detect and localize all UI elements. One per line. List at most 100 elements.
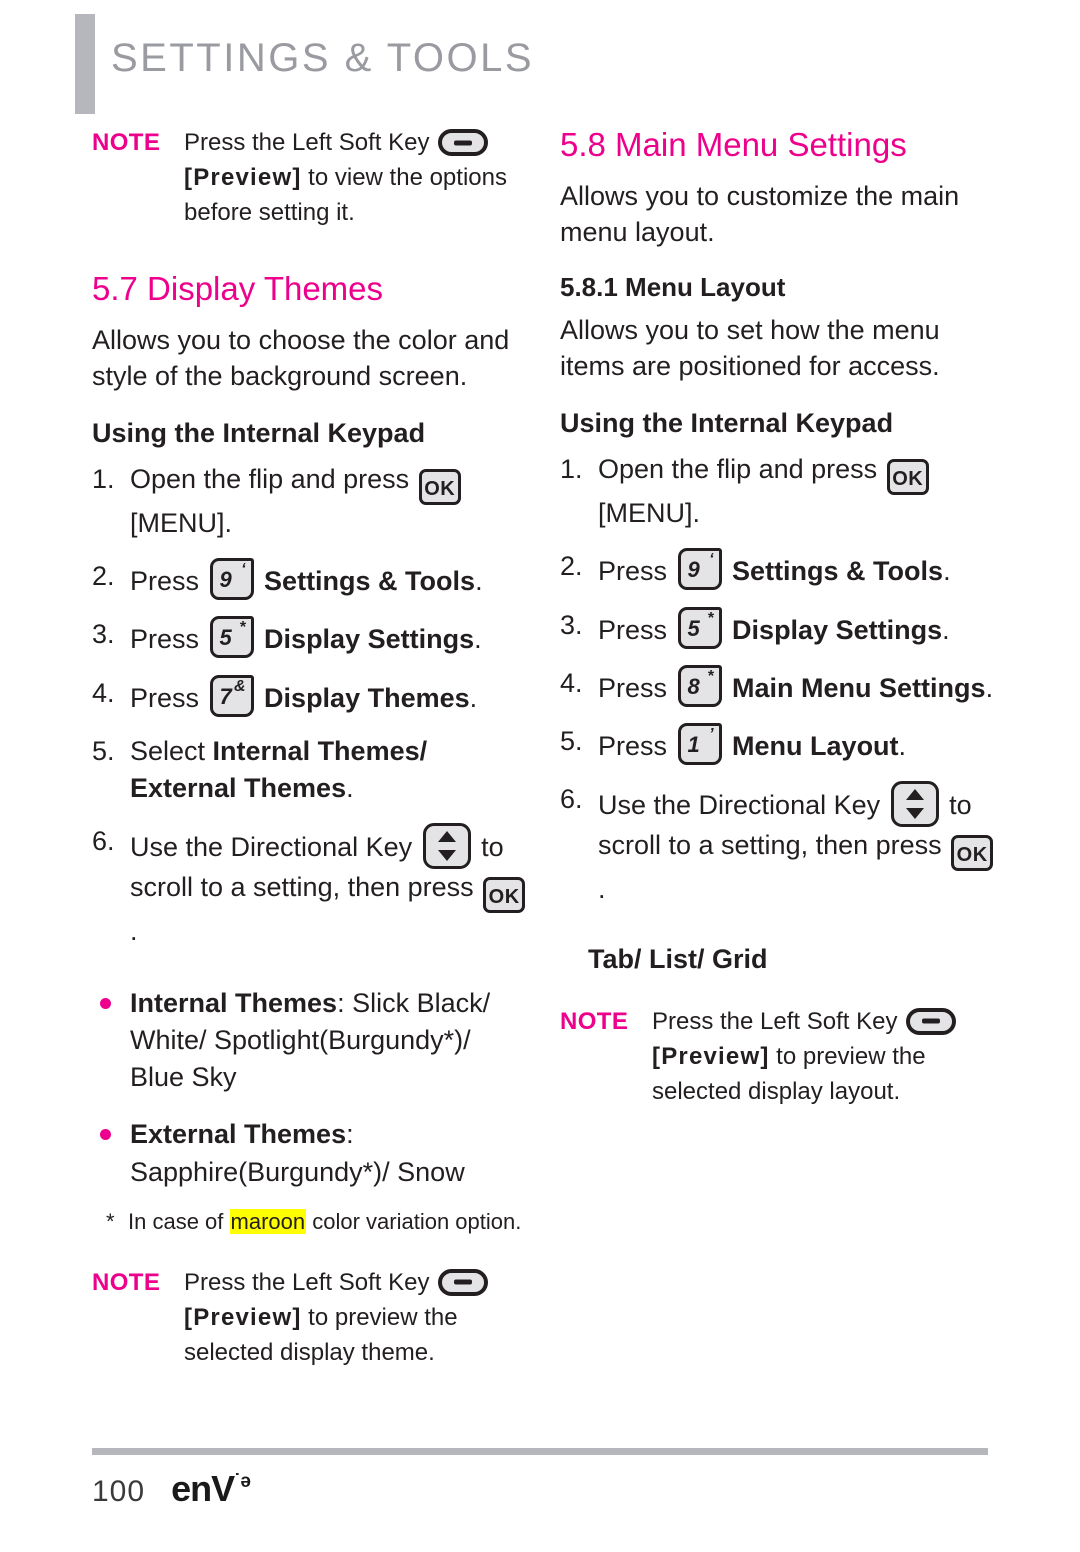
step-text: Open the flip and press OK [MENU].: [130, 461, 532, 542]
step-text-bold: Display Settings: [732, 614, 943, 645]
triangle-down-icon: [905, 808, 924, 820]
step-text-second-line: [MENU].: [598, 498, 701, 529]
footnote-pre: In case of: [128, 1208, 230, 1234]
logo-text: enV: [171, 1468, 235, 1509]
number-key-digit: 5: [219, 625, 232, 651]
step-text: Press 5 * Display Settings.: [598, 606, 1000, 649]
step-text-bold: Menu Layout: [732, 731, 899, 762]
number-key-5-icon: 5 *: [209, 616, 254, 659]
note-block-bottom: NOTE Press the Left Soft Key [Preview] t…: [92, 1266, 532, 1370]
ok-key-icon: OK: [886, 459, 929, 496]
step-item: 2. Press 9 ‘ Settings & Tools.: [92, 558, 532, 601]
step-text-pre: Use the Directional Key: [130, 832, 420, 863]
step-text-pre: Press: [130, 624, 207, 655]
step-text-pre: Open the flip and press: [598, 454, 885, 485]
left-soft-key-icon: [438, 129, 489, 156]
list-item: Internal Themes: Slick Black/ White/ Spo…: [92, 985, 532, 1097]
footnote-marker: *: [106, 1208, 115, 1234]
env3-logo: enV˙ǝ: [171, 1468, 251, 1510]
step-text-bold: Display Themes: [264, 682, 470, 713]
directional-key-icon: [890, 781, 939, 828]
step-number: 3.: [560, 609, 583, 640]
step-text-post: .: [346, 773, 354, 804]
step-number: 1.: [92, 463, 115, 494]
step-item: 5. Select Internal Themes/ External Them…: [92, 733, 532, 808]
number-key-digit: 9: [687, 557, 700, 583]
note-line1-text: Press the Left Soft Key: [184, 129, 430, 156]
step-number: 6.: [92, 826, 115, 857]
step-number: 6.: [560, 784, 583, 815]
left-column: NOTE Press the Left Soft Key [Preview] t…: [92, 126, 532, 1370]
number-key-symbol: *: [707, 609, 714, 627]
number-key-symbol: &: [233, 677, 246, 695]
preview-label: [Preview]: [652, 1042, 770, 1070]
step-text-post: .: [469, 682, 478, 713]
list-item-label: External Themes: [130, 1119, 347, 1150]
step-text: Select Internal Themes/ External Themes.: [130, 733, 532, 808]
step-item: 3. Press 5 * Display Settings.: [560, 606, 1000, 649]
number-key-digit: 5: [687, 615, 700, 641]
step-text-post: .: [943, 556, 951, 587]
step-text: Press 9 ‘ Settings & Tools.: [598, 548, 1000, 591]
list-item-value: :: [346, 1119, 354, 1150]
left-soft-key-icon: [438, 1268, 489, 1296]
header-accent-bar: [75, 14, 95, 114]
step-item: 4. Press 8 * Main Menu Settings.: [560, 664, 1000, 707]
note-label: NOTE: [560, 1007, 629, 1035]
ok-key-icon: OK: [951, 835, 994, 872]
note-text: Press the Left Soft Key [Preview] to pre…: [184, 1266, 532, 1370]
step-item: 4. Press 7 & Display Themes.: [92, 674, 532, 717]
number-key-9-icon: 9 ‘: [677, 548, 722, 591]
step-item: 6. Use the Directional Key to scroll to …: [92, 823, 532, 950]
list-item-second-line: Sapphire(Burgundy*)/ Snow: [130, 1156, 465, 1187]
step-item: 1. Open the flip and press OK [MENU].: [560, 451, 1000, 532]
triangle-up-icon: [437, 831, 456, 843]
number-key-digit: 1: [687, 732, 700, 758]
page-footer: 100 enV˙ǝ: [92, 1468, 251, 1510]
footer-divider: [92, 1448, 988, 1455]
note-line3: before setting it.: [184, 198, 355, 226]
note-block-top: NOTE Press the Left Soft Key [Preview] t…: [92, 126, 532, 230]
step-number: 4.: [560, 667, 583, 698]
step-text: Use the Directional Key to scroll to a s…: [130, 823, 532, 950]
number-key-symbol: *: [239, 619, 246, 637]
step-text: Press 5 * Display Settings.: [130, 616, 532, 659]
step-text-bold: Settings & Tools: [732, 556, 944, 587]
footnote: * In case of maroon color variation opti…: [106, 1205, 532, 1238]
ok-key-icon: OK: [483, 877, 526, 914]
step-number: 3.: [92, 619, 115, 650]
step-item: 3. Press 5 * Display Settings.: [92, 616, 532, 659]
step-text: Press 9 ‘ Settings & Tools.: [130, 558, 532, 601]
step-number: 2.: [92, 561, 115, 592]
step-item: 1. Open the flip and press OK [MENU].: [92, 461, 532, 542]
note-line1-text: Press the Left Soft Key: [652, 1007, 898, 1035]
step-text: Open the flip and press OK [MENU].: [598, 451, 1000, 532]
options-heading-tab-list-grid: Tab/ List/ Grid: [588, 943, 768, 974]
step-text: Press 1’ Menu Layout.: [598, 723, 1000, 766]
note-line2-rest: to preview the: [301, 1303, 458, 1331]
triangle-down-icon: [437, 850, 456, 862]
section-intro-5-8: Allows you to customize the main menu la…: [560, 180, 960, 247]
bullet-dot-icon: [100, 985, 130, 1009]
step-number: 2.: [560, 551, 583, 582]
note-block-bottom: NOTE Press the Left Soft Key [Preview] t…: [560, 1005, 1000, 1109]
preview-label: [Preview]: [184, 1303, 302, 1331]
step-text-post: .: [130, 916, 138, 947]
number-key-9-icon: 9 ‘: [209, 558, 254, 601]
number-key-digit: 9: [219, 567, 232, 593]
number-key-8-icon: 8 *: [677, 664, 722, 707]
step-item: 6. Use the Directional Key to scroll to …: [560, 781, 1000, 908]
step-text-bold: Display Settings: [264, 624, 475, 655]
section-heading-5-8-1: 5.8.1 Menu Layout: [560, 272, 786, 303]
page-number: 100: [92, 1475, 146, 1508]
triangle-up-icon: [905, 789, 924, 801]
step-text-bold: Main Menu Settings: [732, 672, 986, 703]
step-item: 2. Press 9 ‘ Settings & Tools.: [560, 548, 1000, 591]
highlighted-term: maroon: [229, 1208, 307, 1234]
step-text-pre: Press: [598, 731, 675, 762]
list-item-text: Internal Themes: Slick Black/ White/ Spo…: [130, 985, 532, 1097]
number-key-digit: 7: [219, 683, 232, 709]
subheading-using-internal-keypad: Using the Internal Keypad: [560, 407, 894, 438]
number-key-5-icon: 5 *: [677, 606, 722, 649]
step-text-post: .: [942, 614, 950, 645]
